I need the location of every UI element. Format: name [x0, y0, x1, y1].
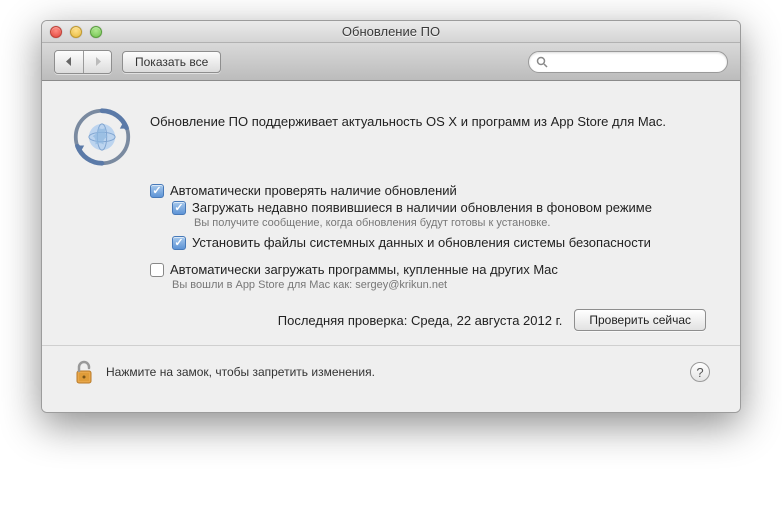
last-check-row: Последняя проверка: Среда, 22 августа 20… — [72, 309, 710, 331]
search-icon — [536, 56, 548, 68]
option-download-bg[interactable]: Загружать недавно появившиеся в наличии … — [172, 200, 710, 215]
toolbar: Показать все — [42, 43, 740, 81]
subtext-auto-download-apps: Вы вошли в App Store для Mac как: sergey… — [172, 279, 710, 291]
preferences-window: Обновление ПО Показать все — [41, 20, 741, 413]
intro-row: Обновление ПО поддерживает актуальность … — [72, 107, 710, 167]
label-auto-download-apps: Автоматически загружать программы, купле… — [170, 262, 558, 277]
divider — [42, 345, 740, 346]
check-now-button[interactable]: Проверить сейчас — [574, 309, 706, 331]
last-check-text: Последняя проверка: Среда, 22 августа 20… — [278, 313, 563, 328]
chevron-left-icon — [65, 57, 73, 66]
option-install-system[interactable]: Установить файлы системных данных и обно… — [172, 235, 710, 250]
lock-text: Нажмите на замок, чтобы запретить измене… — [106, 365, 680, 379]
label-install-system: Установить файлы системных данных и обно… — [192, 235, 651, 250]
show-all-button[interactable]: Показать все — [122, 51, 221, 73]
content-area: Обновление ПО поддерживает актуальность … — [42, 81, 740, 412]
nav-segment — [54, 50, 112, 74]
options-group: Автоматически проверять наличие обновлен… — [150, 183, 710, 291]
forward-button[interactable] — [83, 51, 111, 73]
lock-icon[interactable] — [72, 358, 96, 386]
titlebar: Обновление ПО — [42, 21, 740, 43]
checkbox-install-system[interactable] — [172, 236, 186, 250]
help-label: ? — [696, 365, 703, 380]
label-auto-check: Автоматически проверять наличие обновлен… — [170, 183, 457, 198]
checkbox-download-bg[interactable] — [172, 201, 186, 215]
checkbox-auto-check[interactable] — [150, 184, 164, 198]
search-input[interactable] — [528, 51, 728, 73]
last-check-value: Среда, 22 августа 2012 г. — [411, 313, 562, 328]
checkbox-auto-download-apps[interactable] — [150, 263, 164, 277]
last-check-prefix: Последняя проверка: — [278, 313, 408, 328]
software-update-icon — [72, 107, 132, 167]
check-now-label: Проверить сейчас — [589, 313, 691, 327]
intro-text: Обновление ПО поддерживает актуальность … — [150, 107, 666, 131]
chevron-right-icon — [94, 57, 102, 66]
back-button[interactable] — [55, 51, 83, 73]
option-auto-check[interactable]: Автоматически проверять наличие обновлен… — [150, 183, 710, 198]
window-title: Обновление ПО — [42, 24, 740, 39]
subtext-download-bg: Вы получите сообщение, когда обновления … — [194, 217, 710, 229]
footer-row: Нажмите на замок, чтобы запретить измене… — [72, 358, 710, 392]
label-download-bg: Загружать недавно появившиеся в наличии … — [192, 200, 652, 215]
option-auto-download-apps[interactable]: Автоматически загружать программы, купле… — [150, 262, 710, 277]
show-all-label: Показать все — [135, 55, 208, 69]
search-wrapper — [528, 51, 728, 73]
help-button[interactable]: ? — [690, 362, 710, 382]
